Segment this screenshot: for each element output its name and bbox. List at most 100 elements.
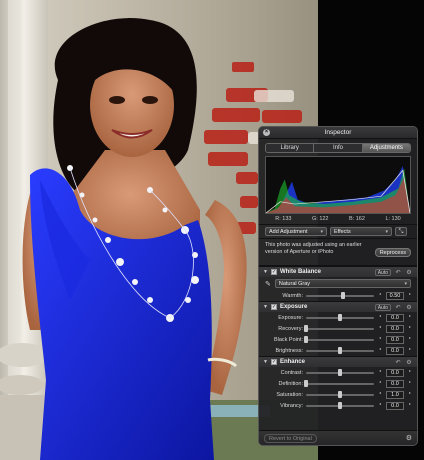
slider-thumb[interactable] — [304, 324, 308, 332]
black-point-value[interactable]: 0.0 — [386, 335, 404, 344]
recovery-slider[interactable] — [304, 324, 374, 332]
histogram-graph — [266, 165, 410, 213]
slider-thumb[interactable] — [338, 313, 342, 321]
inspector-footer: Revert to Original ⚙ — [259, 430, 417, 445]
chevron-down-icon: ▾ — [385, 229, 388, 235]
white-balance-header[interactable]: ▼ ✓ White Balance Auto ↶ ⚙ — [259, 266, 417, 277]
exposure-value[interactable]: 0.0 — [386, 313, 404, 322]
stepper-icon[interactable]: ◂ — [377, 368, 383, 377]
brightness-slider[interactable] — [306, 346, 374, 354]
slider-thumb[interactable] — [338, 390, 342, 398]
stepper-icon[interactable]: ◂ — [377, 346, 383, 355]
chevron-down-icon: ▾ — [404, 281, 407, 287]
white-balance-checkbox[interactable]: ✓ — [270, 269, 277, 275]
slider-thumb[interactable] — [341, 291, 346, 299]
slider-thumb[interactable] — [338, 368, 342, 376]
stepper-icon[interactable]: ▸ — [407, 346, 413, 355]
exposure-row: Exposure: ◂ 0.0 ▸ — [278, 312, 413, 322]
definition-row: Definition: ◂ 0.0 ▸ — [278, 378, 413, 388]
stepper-icon[interactable]: ◂ — [377, 379, 383, 388]
slider-thumb[interactable] — [304, 379, 308, 387]
contrast-slider[interactable] — [306, 368, 374, 376]
gear-icon[interactable]: ⚙ — [405, 304, 413, 311]
eyedropper-icon[interactable]: ✎ — [265, 280, 271, 288]
warmth-slider[interactable] — [306, 291, 374, 299]
warmth-value[interactable]: 0.50 — [386, 291, 404, 300]
enhance-checkbox[interactable]: ✓ — [270, 359, 277, 365]
inspector-tabs: Library Info Adjustments — [265, 143, 411, 153]
slider-thumb[interactable] — [338, 401, 342, 409]
stepper-icon[interactable]: ◂ — [377, 313, 383, 322]
saturation-slider[interactable] — [306, 390, 374, 398]
reset-icon[interactable]: ↶ — [394, 269, 402, 276]
white-balance-auto-button[interactable]: Auto — [374, 268, 391, 276]
disclosure-triangle-icon[interactable]: ▼ — [263, 304, 268, 310]
tab-info[interactable]: Info — [314, 144, 363, 152]
enhance-title: Enhance — [279, 359, 305, 365]
stepper-icon[interactable]: ▸ — [407, 291, 413, 300]
tab-adjustments[interactable]: Adjustments — [362, 144, 410, 152]
black-point-slider[interactable] — [304, 335, 374, 343]
stepper-icon[interactable]: ▸ — [407, 368, 413, 377]
exposure-slider[interactable] — [306, 313, 374, 321]
saturation-value[interactable]: 1.0 — [386, 390, 404, 399]
adjustment-toolbar: Add Adjustment ▾ Effects ▾ ⤡ — [259, 224, 417, 238]
luminance-readout: L: 130 — [385, 216, 401, 222]
revert-to-original-button[interactable]: Revert to Original — [264, 433, 317, 443]
recovery-row: Recovery: ◂ 0.0 ▸ — [278, 323, 413, 333]
lift-stamp-icon[interactable]: ⤡ — [395, 227, 407, 236]
stepper-icon[interactable]: ▸ — [407, 379, 413, 388]
black-point-row: Black Point: ◂ 0.0 ▸ — [273, 334, 413, 344]
exposure-auto-button[interactable]: Auto — [374, 303, 391, 311]
stepper-icon[interactable]: ◂ — [377, 324, 383, 333]
exposure-header[interactable]: ▼ ✓ Exposure Auto ↶ ⚙ — [259, 301, 417, 312]
definition-slider[interactable] — [304, 379, 374, 387]
recovery-value[interactable]: 0.0 — [386, 324, 404, 333]
reprocess-button[interactable]: Reprocess — [374, 247, 411, 257]
stepper-icon[interactable]: ▸ — [407, 401, 413, 410]
contrast-value[interactable]: 0.0 — [386, 368, 404, 377]
brightness-row: Brightness: ◂ 0.0 ▸ — [275, 345, 413, 355]
gear-icon[interactable]: ⚙ — [406, 434, 412, 442]
exposure-checkbox[interactable]: ✓ — [270, 304, 277, 310]
white-balance-title: White Balance — [279, 269, 321, 275]
histogram — [265, 156, 411, 214]
vibrancy-slider[interactable] — [306, 401, 374, 409]
exposure-title: Exposure — [279, 304, 308, 310]
slider-thumb[interactable] — [304, 335, 308, 343]
inspector-panel: × Inspector Library Info Adjustments R: … — [258, 126, 418, 446]
vibrancy-row: Vibrancy: ◂ 0.0 ▸ — [280, 400, 413, 410]
stepper-icon[interactable]: ◂ — [377, 390, 383, 399]
stepper-icon[interactable]: ◂ — [377, 291, 383, 300]
tab-library[interactable]: Library — [266, 144, 315, 152]
vibrancy-value[interactable]: 0.0 — [386, 401, 404, 410]
reset-icon[interactable]: ↶ — [394, 304, 402, 311]
reset-icon[interactable]: ↶ — [394, 359, 402, 366]
exposure-params: Exposure: ◂ 0.0 ▸ Recovery: ◂ 0.0 ▸ Blac… — [259, 312, 417, 356]
effects-popup[interactable]: Effects ▾ — [330, 227, 392, 236]
stepper-icon[interactable]: ▸ — [407, 390, 413, 399]
stepper-icon[interactable]: ▸ — [407, 335, 413, 344]
disclosure-triangle-icon[interactable]: ▼ — [263, 269, 268, 275]
white-balance-preset-popup[interactable]: Natural Gray ▾ — [274, 279, 411, 288]
stepper-icon[interactable]: ▸ — [407, 313, 413, 322]
brightness-value[interactable]: 0.0 — [386, 346, 404, 355]
enhance-header[interactable]: ▼ ✓ Enhance ↶ ⚙ — [259, 356, 417, 367]
inspector-titlebar[interactable]: × Inspector — [259, 127, 417, 139]
blue-readout: B: 162 — [349, 216, 365, 222]
stepper-icon[interactable]: ◂ — [377, 335, 383, 344]
white-balance-preset-row: ✎ Natural Gray ▾ — [259, 277, 417, 290]
disclosure-triangle-icon[interactable]: ▼ — [263, 359, 268, 365]
add-adjustment-popup[interactable]: Add Adjustment ▾ — [265, 227, 327, 236]
stepper-icon[interactable]: ▸ — [407, 324, 413, 333]
gear-icon[interactable]: ⚙ — [405, 269, 413, 276]
stepper-icon[interactable]: ◂ — [377, 401, 383, 410]
contrast-row: Contrast: ◂ 0.0 ▸ — [280, 367, 413, 377]
histogram-readouts: R: 133 G: 122 B: 162 L: 130 — [265, 214, 411, 224]
definition-value[interactable]: 0.0 — [386, 379, 404, 388]
enhance-params: Contrast: ◂ 0.0 ▸ Definition: ◂ 0.0 ▸ Sa… — [259, 367, 417, 411]
chevron-down-icon: ▾ — [320, 229, 323, 235]
gear-icon[interactable]: ⚙ — [405, 359, 413, 366]
green-readout: G: 122 — [311, 216, 329, 222]
slider-thumb[interactable] — [338, 346, 342, 354]
